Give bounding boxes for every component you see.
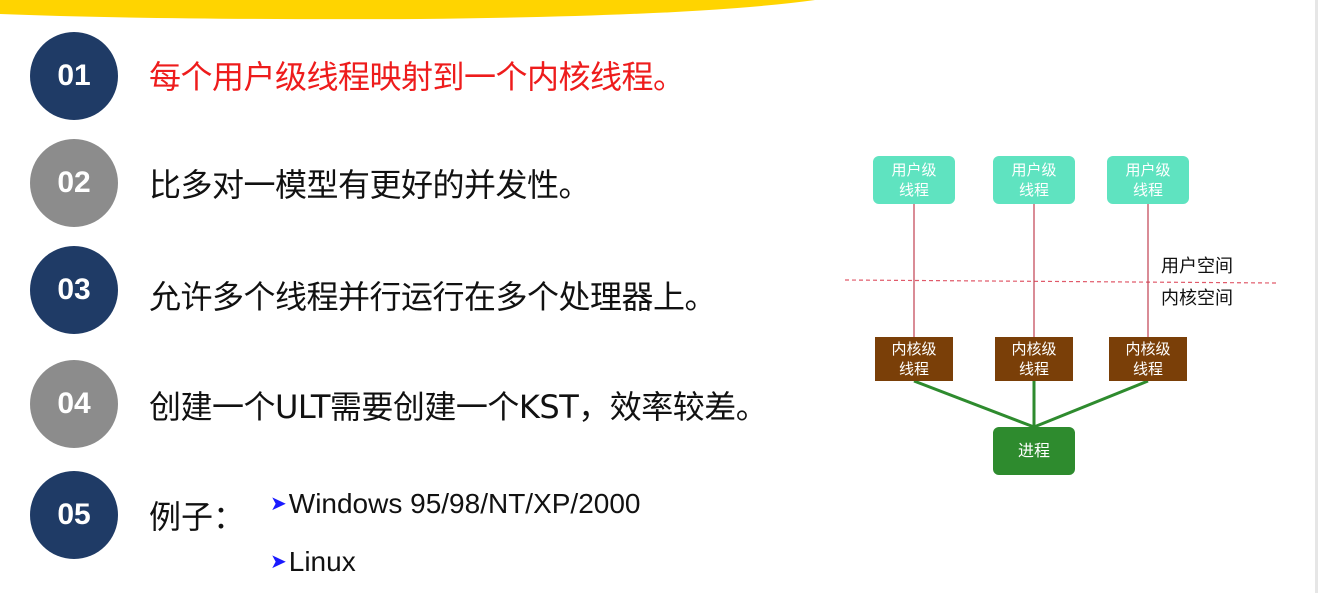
point-text-04: 创建一个ULT需要创建一个KST，效率较差。 xyxy=(149,388,768,426)
point-text-01: 每个用户级线程映射到一个内核线程。 xyxy=(149,58,685,96)
user-kernel-boundary xyxy=(845,279,1278,284)
arrow-bullet-icon: ➤ xyxy=(270,551,287,573)
user-thread-label: 用户级 线程 xyxy=(891,161,937,199)
number-badge-01: 01 xyxy=(30,32,118,120)
user-thread-box-2: 用户级 线程 xyxy=(993,156,1075,204)
user-thread-label: 用户级 线程 xyxy=(1125,161,1171,199)
kernel-thread-box-1: 内核级 线程 xyxy=(875,337,953,381)
user-thread-box-3: 用户级 线程 xyxy=(1107,156,1189,204)
kernel-thread-box-3: 内核级 线程 xyxy=(1109,337,1187,381)
process-box: 进程 xyxy=(993,427,1075,475)
kernel-thread-box-2: 内核级 线程 xyxy=(995,337,1073,381)
point-text-02: 比多对一模型有更好的并发性。 xyxy=(149,166,591,204)
top-banner xyxy=(0,0,815,20)
arrow-bullet-icon: ➤ xyxy=(270,493,287,515)
kernel-thread-label: 内核级 线程 xyxy=(891,340,937,378)
user-thread-box-1: 用户级 线程 xyxy=(873,156,955,204)
point-text-03: 允许多个线程并行运行在多个处理器上。 xyxy=(149,278,717,316)
user-space-label: 用户空间 xyxy=(1161,256,1233,277)
number-badge-03: 03 xyxy=(30,246,118,334)
user-thread-label: 用户级 线程 xyxy=(1011,161,1057,199)
number-badge-04: 04 xyxy=(30,360,118,448)
example-item-linux: ➤Linux xyxy=(270,546,356,578)
kernel-thread-label: 内核级 线程 xyxy=(1125,340,1171,378)
example-label: 例子： xyxy=(149,498,246,536)
number-badge-05: 05 xyxy=(30,471,118,559)
kernel-thread-label: 内核级 线程 xyxy=(1011,340,1057,378)
kernel-space-label: 内核空间 xyxy=(1161,288,1233,309)
example-item-text: Windows 95/98/NT/XP/2000 xyxy=(288,488,641,519)
process-link-3 xyxy=(1033,379,1149,429)
example-item-windows: ➤Windows 95/98/NT/XP/2000 xyxy=(270,488,641,520)
example-item-text: Linux xyxy=(288,546,356,577)
number-badge-02: 02 xyxy=(30,139,118,227)
process-link-1 xyxy=(913,379,1035,429)
